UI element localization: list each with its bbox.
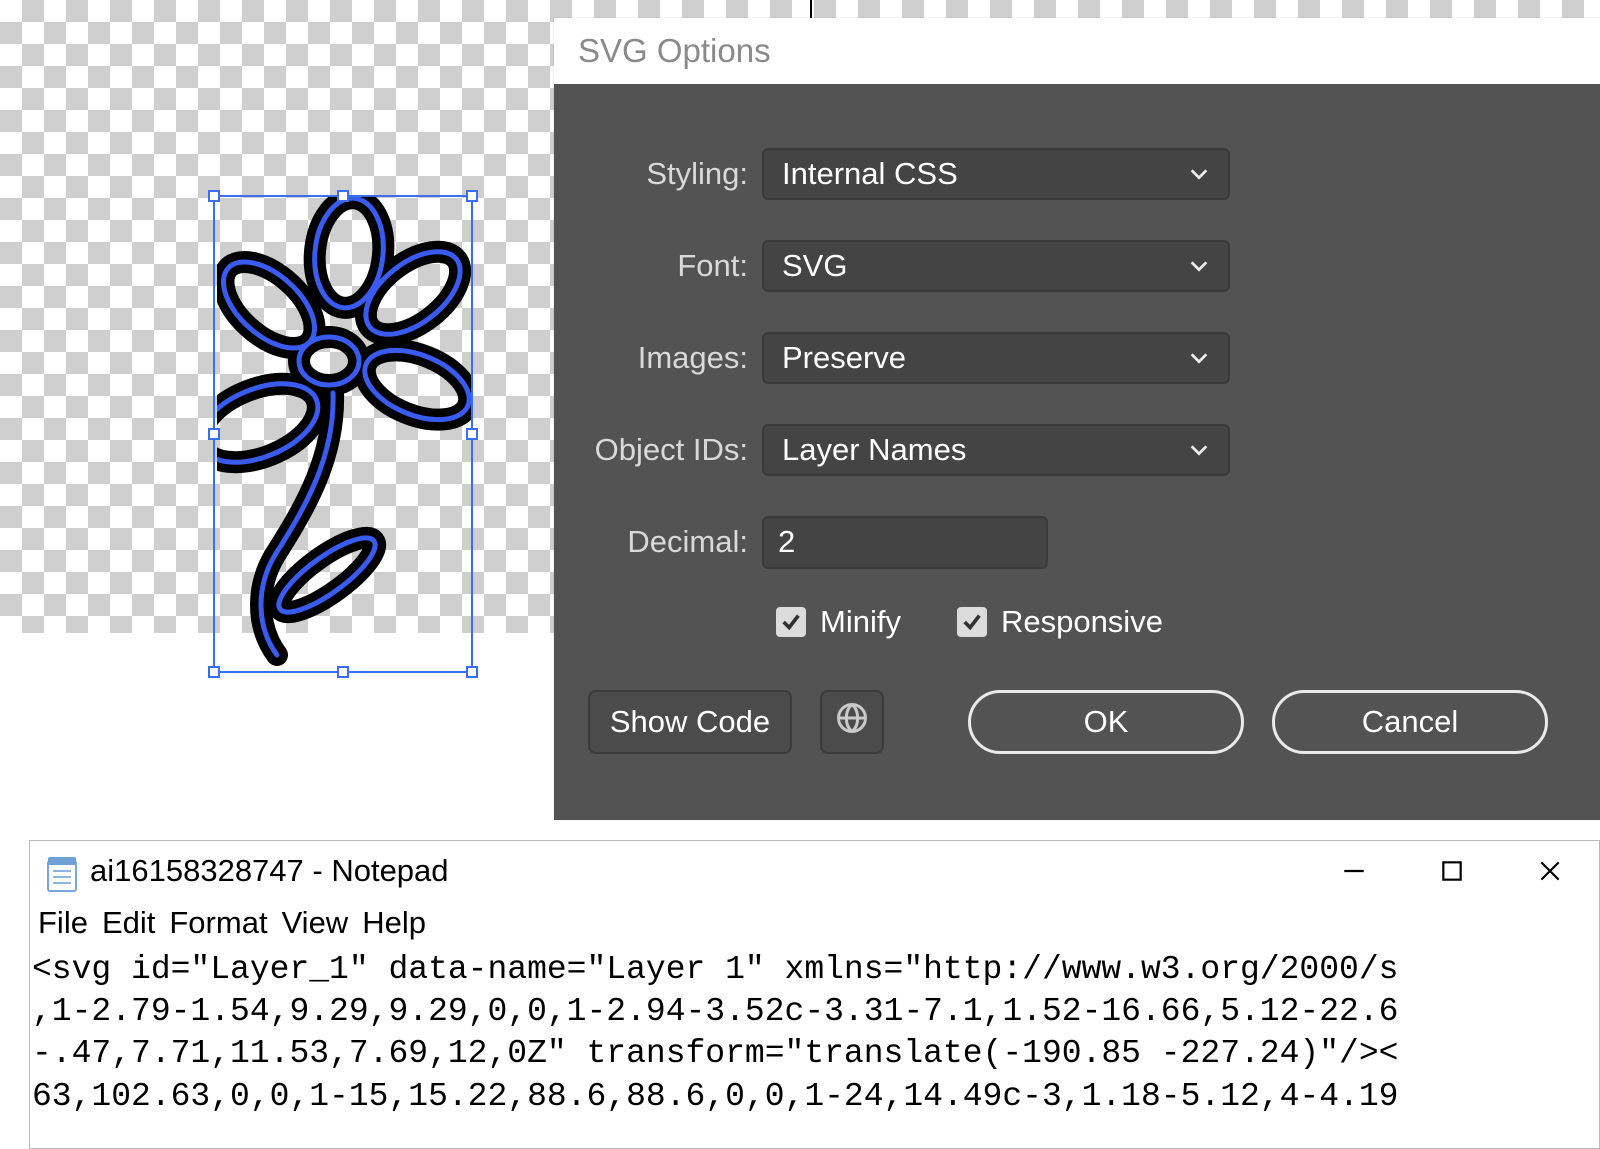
decimal-value: 2 [778, 524, 795, 559]
preview-in-browser-button[interactable] [820, 690, 884, 754]
chevron-down-icon [1188, 347, 1210, 369]
resize-handle-bottom-left[interactable] [208, 666, 220, 678]
chevron-down-icon [1188, 255, 1210, 277]
minify-label: Minify [820, 604, 901, 640]
checkbox-checked-icon [957, 607, 987, 637]
font-label: Font: [554, 248, 762, 284]
menu-view[interactable]: View [282, 905, 349, 941]
images-select[interactable]: Preserve [762, 332, 1230, 384]
chevron-down-icon [1188, 163, 1210, 185]
images-label: Images: [554, 340, 762, 376]
show-code-label: Show Code [610, 704, 770, 740]
ok-label: OK [1084, 704, 1129, 740]
ruler-tick [810, 0, 812, 18]
font-value: SVG [782, 248, 847, 284]
styling-select[interactable]: Internal CSS [762, 148, 1230, 200]
object-ids-select[interactable]: Layer Names [762, 424, 1230, 476]
resize-handle-mid-left[interactable] [208, 428, 220, 440]
font-select[interactable]: SVG [762, 240, 1230, 292]
resize-handle-bottom-mid[interactable] [337, 666, 349, 678]
notepad-titlebar[interactable]: ai16158328747 - Notepad [30, 841, 1599, 901]
dialog-body: Styling: Internal CSS Font: SVG Images: … [554, 84, 1600, 820]
object-ids-label: Object IDs: [554, 432, 762, 468]
resize-handle-top-mid[interactable] [337, 190, 349, 202]
menu-edit[interactable]: Edit [102, 905, 155, 941]
decimal-label: Decimal: [554, 524, 762, 560]
minify-checkbox[interactable]: Minify [776, 604, 901, 640]
code-line: 63,102.63,0,0,1-15,15.22,88.6,88.6,0,0,1… [32, 1076, 1589, 1118]
images-value: Preserve [782, 340, 906, 376]
styling-value: Internal CSS [782, 156, 958, 192]
notepad-title: ai16158328747 - Notepad [90, 853, 1337, 889]
resize-handle-bottom-right[interactable] [466, 666, 478, 678]
dialog-title: SVG Options [554, 18, 1600, 84]
globe-icon [834, 700, 870, 744]
show-code-button[interactable]: Show Code [588, 690, 792, 754]
maximize-button[interactable] [1435, 854, 1469, 888]
responsive-checkbox[interactable]: Responsive [957, 604, 1163, 640]
ok-button[interactable]: OK [968, 690, 1244, 754]
resize-handle-mid-right[interactable] [466, 428, 478, 440]
resize-handle-top-left[interactable] [208, 190, 220, 202]
minimize-button[interactable] [1337, 854, 1371, 888]
notepad-text-area[interactable]: <svg id="Layer_1" data-name="Layer 1" xm… [30, 945, 1599, 1118]
notepad-icon [44, 853, 80, 889]
svg-options-dialog: SVG Options Styling: Internal CSS Font: … [554, 18, 1600, 820]
notepad-window: ai16158328747 - Notepad File Edit Format… [29, 840, 1600, 1149]
close-button[interactable] [1533, 854, 1567, 888]
code-line: ,1-2.79-1.54,9.29,9.29,0,0,1-2.94-3.52c-… [32, 991, 1589, 1033]
object-ids-value: Layer Names [782, 432, 966, 468]
resize-handle-top-right[interactable] [466, 190, 478, 202]
responsive-label: Responsive [1001, 604, 1163, 640]
code-line: <svg id="Layer_1" data-name="Layer 1" xm… [32, 949, 1589, 991]
menu-file[interactable]: File [38, 905, 88, 941]
chevron-down-icon [1188, 439, 1210, 461]
notepad-menubar: File Edit Format View Help [30, 901, 1599, 945]
menu-format[interactable]: Format [169, 905, 267, 941]
code-line: -.47,7.71,11.53,7.69,12,0Z" transform="t… [32, 1033, 1589, 1075]
decimal-input[interactable]: 2 [762, 516, 1048, 569]
cancel-button[interactable]: Cancel [1272, 690, 1548, 754]
styling-label: Styling: [554, 156, 762, 192]
checkbox-checked-icon [776, 607, 806, 637]
menu-help[interactable]: Help [362, 905, 426, 941]
cancel-label: Cancel [1362, 704, 1459, 740]
selection-bounding-box[interactable] [213, 195, 473, 673]
